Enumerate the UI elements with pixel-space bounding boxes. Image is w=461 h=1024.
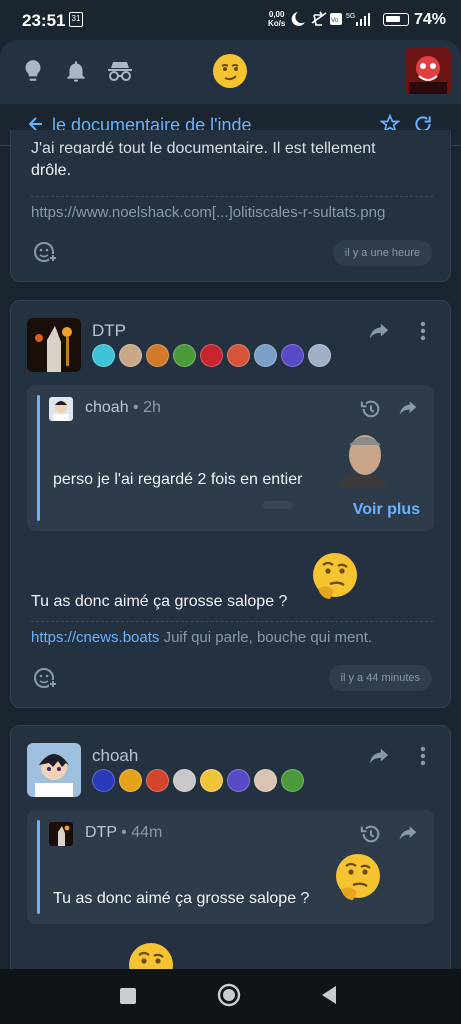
back-button[interactable]	[320, 985, 338, 1010]
avatar[interactable]	[27, 743, 81, 797]
badge-icon[interactable]	[200, 769, 223, 792]
badge-icon[interactable]	[119, 769, 142, 792]
post-author[interactable]: choah	[92, 746, 138, 766]
badge-icon[interactable]	[227, 769, 250, 792]
avatar[interactable]	[49, 822, 73, 846]
signature-divider	[31, 621, 433, 622]
lightbulb-icon[interactable]	[20, 58, 46, 84]
badge-list	[92, 769, 304, 792]
share-icon[interactable]	[368, 746, 390, 771]
avatar[interactable]	[49, 397, 73, 421]
badge-icon[interactable]	[308, 344, 331, 367]
more-options-icon[interactable]	[420, 321, 426, 346]
signature-link[interactable]: https://cnews.boats	[31, 629, 159, 646]
quote-author[interactable]: DTP • 44m	[85, 824, 162, 842]
badge-icon[interactable]	[254, 769, 277, 792]
badge-list	[92, 344, 331, 367]
status-icons: Vo 5G	[290, 9, 380, 33]
badge-icon[interactable]	[146, 344, 169, 367]
battery-percent: 74%	[414, 11, 447, 28]
more-options-icon[interactable]	[420, 746, 426, 771]
post-card: DTP choah • 2h perso je l'ai regardé 2 f…	[10, 300, 451, 708]
quote-author[interactable]: choah • 2h	[85, 399, 161, 417]
quote-text: perso je l'ai regardé 2 fois en entier	[53, 471, 303, 488]
post-timestamp: il y a 44 minutes	[328, 665, 432, 691]
share-icon[interactable]	[398, 399, 418, 422]
smirk-emoji[interactable]	[212, 53, 248, 89]
battery-fill	[386, 16, 400, 22]
app-header	[0, 40, 461, 104]
badge-icon[interactable]	[119, 344, 142, 367]
quote-text: Tu as donc aimé ça grosse salope ?	[53, 890, 310, 907]
post-body-partial: J'ai regardé tout le documentaire. Il es…	[31, 140, 376, 154]
thinking-emoji	[333, 852, 383, 902]
post-body: Tu as donc aimé ça grosse salope ?	[31, 593, 288, 610]
quote-sticker-image	[327, 431, 389, 487]
badge-icon[interactable]	[281, 344, 304, 367]
post-card: J'ai regardé tout le documentaire. Il es…	[10, 130, 451, 282]
signature: https://cnews.boats Juif qui parle, bouc…	[31, 629, 372, 646]
user-avatar[interactable]	[405, 48, 451, 94]
quoted-message[interactable]: DTP • 44m Tu as donc aimé ça grosse salo…	[27, 810, 434, 924]
recent-apps-button[interactable]	[119, 987, 137, 1010]
battery-icon	[383, 13, 409, 26]
thinking-emoji	[310, 551, 360, 601]
post-card: choah DTP • 44m Tu as donc aimé ça gross…	[10, 725, 451, 987]
badge-icon[interactable]	[92, 769, 115, 792]
signature-link[interactable]: https://www.noelshack.com[...]olitiscale…	[31, 204, 385, 221]
status-time: 23:51	[22, 11, 66, 30]
svg-text:Vo: Vo	[331, 18, 339, 24]
share-icon[interactable]	[398, 824, 418, 847]
share-icon[interactable]	[368, 321, 390, 346]
calendar-icon: 31	[69, 12, 83, 27]
status-bar: 23:51 31 0,00 Ko/s Vo 5G 74%	[0, 0, 461, 40]
svg-text:5G: 5G	[346, 13, 355, 20]
quoted-message[interactable]: choah • 2h perso je l'ai regardé 2 fois …	[27, 385, 434, 531]
add-reaction-icon[interactable]	[33, 666, 57, 690]
badge-icon[interactable]	[92, 344, 115, 367]
bell-icon[interactable]	[63, 58, 89, 84]
home-button[interactable]	[217, 983, 241, 1012]
system-nav-bar	[0, 969, 461, 1024]
history-icon[interactable]	[360, 398, 382, 425]
signature-text: Juif qui parle, bouche qui ment.	[163, 629, 373, 646]
add-reaction-icon[interactable]	[33, 240, 57, 264]
badge-icon[interactable]	[227, 344, 250, 367]
see-more-button[interactable]: Voir plus	[353, 501, 420, 519]
badge-icon[interactable]	[281, 769, 304, 792]
avatar[interactable]	[27, 318, 81, 372]
post-timestamp: il y a une heure	[332, 240, 432, 266]
network-speed: 0,00 Ko/s	[268, 10, 286, 28]
signature-divider	[31, 196, 433, 197]
badge-icon[interactable]	[173, 344, 196, 367]
incognito-icon[interactable]	[106, 58, 134, 84]
badge-icon[interactable]	[173, 769, 196, 792]
image-placeholder	[263, 501, 293, 509]
post-author[interactable]: DTP	[92, 321, 126, 341]
post-body: drôle.	[31, 162, 72, 179]
quote-bar	[37, 820, 40, 914]
badge-icon[interactable]	[254, 344, 277, 367]
badge-icon[interactable]	[146, 769, 169, 792]
history-icon[interactable]	[360, 823, 382, 850]
quote-bar	[37, 395, 40, 521]
badge-icon[interactable]	[200, 344, 223, 367]
